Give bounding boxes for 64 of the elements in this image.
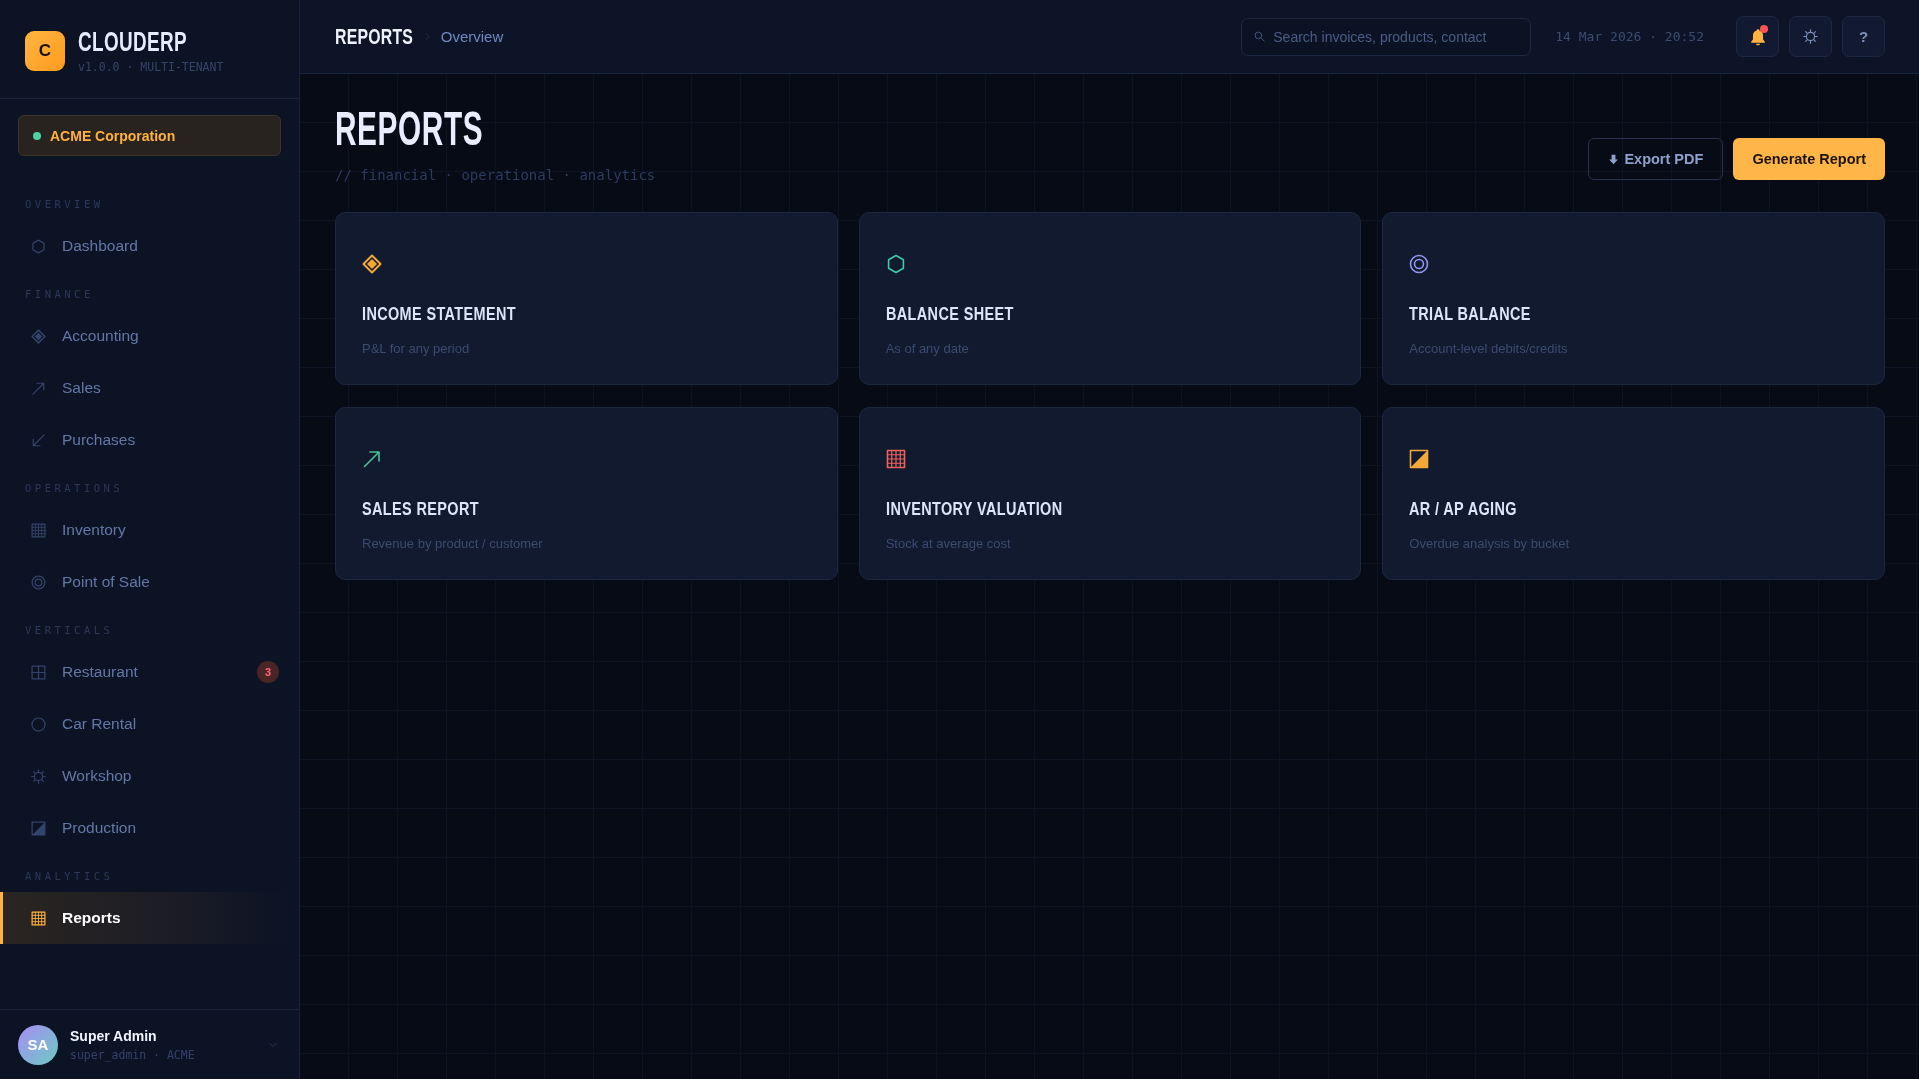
notifications-button[interactable]	[1736, 16, 1779, 57]
app-name: CLOUDERP	[78, 28, 187, 56]
report-card[interactable]: AR / AP AGING Overdue analysis by bucket	[1382, 407, 1885, 580]
card-description: Stock at average cost	[885, 535, 1011, 553]
bell-icon	[1748, 27, 1767, 46]
card-title: TRIAL BALANCE	[1409, 304, 1532, 324]
card-description: Account-level debits/credits	[1409, 340, 1568, 358]
nav-item[interactable]: Dashboard	[0, 220, 291, 272]
search-icon	[1254, 30, 1266, 42]
nav-item[interactable]: Car Rental	[0, 698, 291, 750]
user-name: Super Admin	[70, 1027, 158, 1045]
user-avatar: SA	[18, 1024, 58, 1065]
hexagon-icon	[31, 238, 46, 254]
card-description: Overdue analysis by bucket	[1409, 535, 1570, 553]
card-description: As of any date	[885, 340, 969, 358]
settings-icon	[1803, 29, 1818, 44]
tenant-switcher[interactable]: ACME Corporation	[18, 115, 281, 156]
nav-item[interactable]: Restaurant 3	[0, 646, 291, 698]
chevron-icon	[423, 33, 431, 40]
diamond-icon	[31, 328, 46, 344]
report-card[interactable]: INVENTORY VALUATION Stock at average cost	[858, 407, 1362, 580]
generate-report-button[interactable]: Generate Report	[1733, 138, 1885, 180]
nav-item[interactable]: Purchases	[0, 414, 291, 466]
double-circle-icon	[31, 574, 46, 590]
settings-button[interactable]	[1789, 16, 1832, 57]
arrow-up-right-icon	[31, 380, 46, 396]
nav-item[interactable]: Point of Sale	[0, 556, 291, 608]
card-title: AR / AP AGING	[1409, 499, 1518, 519]
export-pdf-button[interactable]: Export PDF	[1588, 138, 1724, 180]
nav-item[interactable]: Inventory	[0, 504, 291, 556]
status-dot-icon	[33, 131, 41, 140]
datetime-text: 14 Mar 2026 · 20:52	[1555, 29, 1704, 44]
count-badge: 3	[257, 661, 279, 683]
app-version: v1.0.0 · MULTI-TENANT	[78, 60, 225, 74]
card-title: SALES REPORT	[362, 499, 479, 519]
nav-item[interactable]: Production	[0, 802, 291, 854]
breadcrumb-title: REPORTS	[335, 23, 414, 50]
nav-item[interactable]: Workshop	[0, 750, 291, 802]
grid-icon	[31, 522, 46, 538]
user-handle: super_admin · ACME	[70, 1047, 195, 1062]
page-subtitle: // financial · operational · analytics	[335, 166, 656, 184]
search-field[interactable]: Search invoices, products, contact	[1241, 17, 1532, 56]
card-description: P&L for any period	[362, 340, 470, 358]
breadcrumb-link[interactable]: Overview	[440, 28, 504, 45]
nav-item[interactable]: Sales	[0, 362, 291, 414]
card-title: INCOME STATEMENT	[362, 304, 516, 324]
circle-icon	[31, 716, 46, 732]
page-title: REPORTS	[335, 104, 484, 154]
app-logo: C	[25, 31, 65, 71]
four-squares-icon	[31, 664, 46, 680]
arrow-down-left-icon	[31, 432, 46, 448]
card-title: INVENTORY VALUATION	[885, 499, 1063, 519]
card-title: BALANCE SHEET	[885, 304, 1014, 324]
grid-icon	[31, 910, 46, 926]
half-filled-square-icon	[31, 820, 46, 836]
gear-icon	[31, 768, 46, 784]
report-card[interactable]: SALES REPORT Revenue by product / customer	[335, 407, 838, 580]
help-button[interactable]: ?	[1842, 16, 1885, 57]
card-description: Revenue by product / customer	[362, 535, 543, 553]
report-card[interactable]: TRIAL BALANCE Account-level debits/credits	[1382, 212, 1885, 385]
nav-item[interactable]: Accounting	[0, 310, 291, 362]
report-card[interactable]: BALANCE SHEET As of any date	[858, 212, 1362, 385]
download-icon	[1608, 152, 1620, 166]
report-card[interactable]: INCOME STATEMENT P&L for any period	[335, 212, 838, 385]
